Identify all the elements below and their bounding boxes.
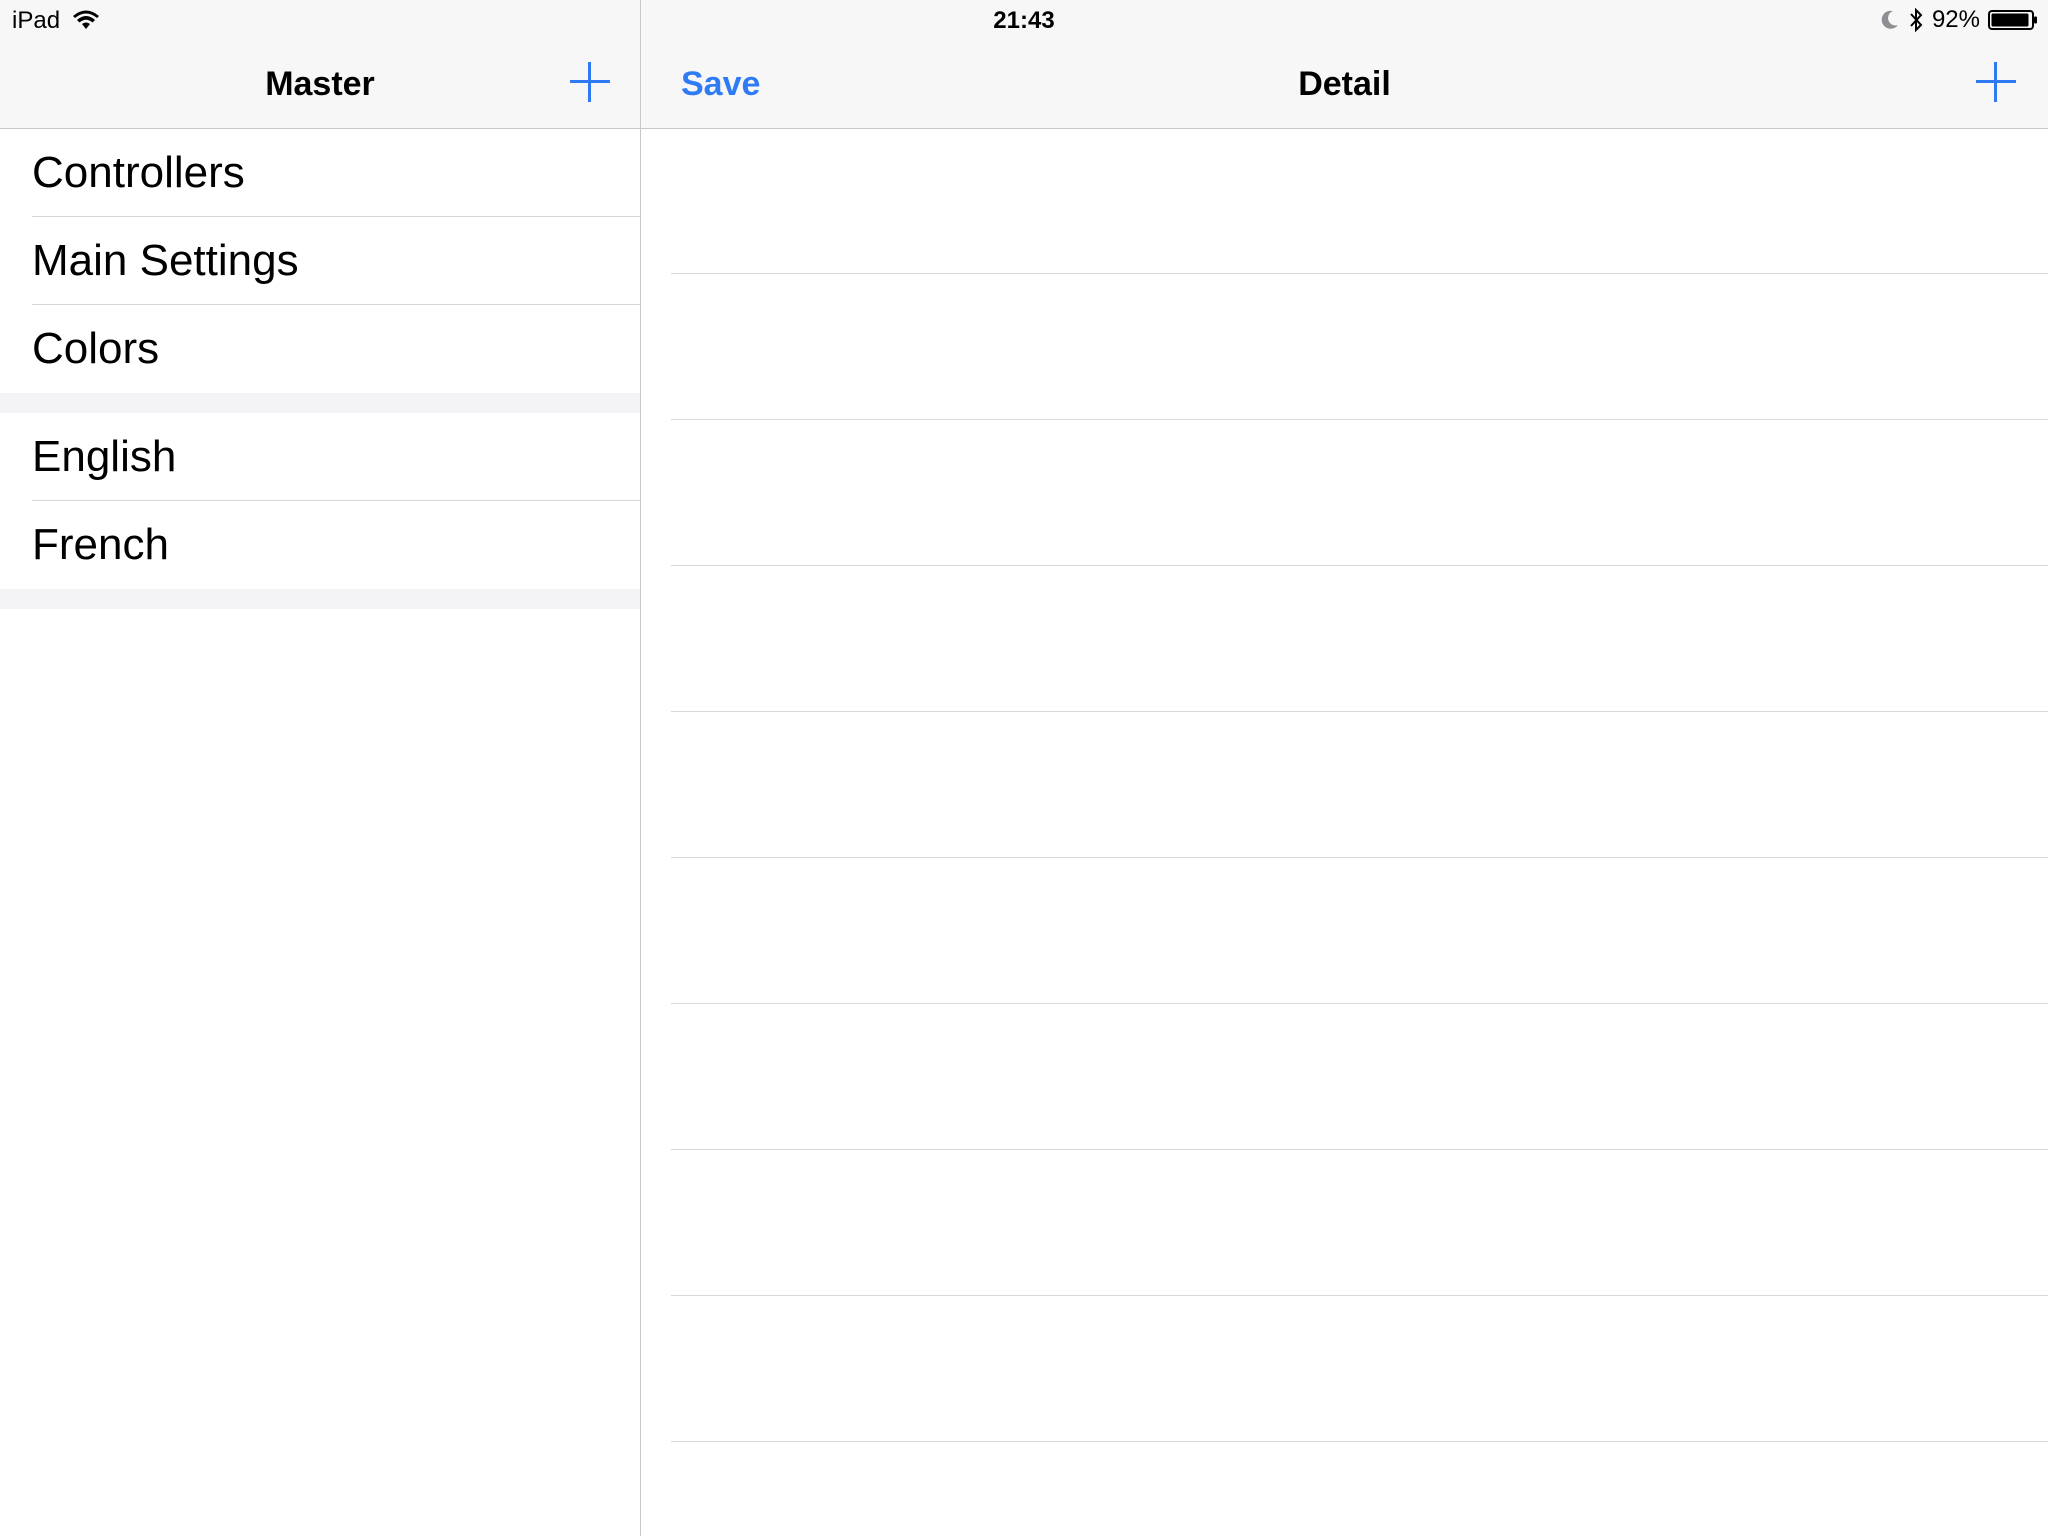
row-separator bbox=[671, 565, 2048, 566]
split-divider bbox=[640, 0, 641, 1536]
row-separator bbox=[671, 1149, 2048, 1150]
list-item-label: Controllers bbox=[32, 148, 245, 197]
list-item-label: Main Settings bbox=[32, 236, 299, 285]
battery-icon bbox=[1988, 10, 2037, 30]
list-item-main-settings[interactable]: Main Settings bbox=[0, 217, 640, 305]
list-item-label: Colors bbox=[32, 324, 160, 373]
section-separator bbox=[0, 393, 640, 413]
status-bar: iPad 21:43 92% bbox=[0, 0, 2048, 40]
section-separator bbox=[0, 589, 640, 609]
bluetooth-icon bbox=[1910, 7, 1923, 33]
list-item-label: French bbox=[32, 520, 169, 569]
status-time: 21:43 bbox=[993, 7, 1055, 34]
list-item-controllers[interactable]: Controllers bbox=[0, 129, 640, 217]
row-separator bbox=[671, 857, 2048, 858]
list-item-colors[interactable]: Colors bbox=[0, 305, 640, 393]
master-table: Controllers Main Settings Colors English… bbox=[0, 129, 640, 1536]
detail-title: Detail bbox=[1298, 65, 1391, 103]
list-item-label: English bbox=[32, 432, 177, 481]
status-right-group: 92% bbox=[1880, 6, 2038, 34]
detail-table bbox=[641, 129, 2048, 1536]
row-separator bbox=[671, 419, 2048, 420]
master-add-button[interactable] bbox=[568, 60, 612, 104]
row-separator bbox=[671, 1441, 2048, 1442]
list-item-english[interactable]: English bbox=[0, 413, 640, 501]
master-section-1: Controllers Main Settings Colors bbox=[0, 129, 640, 393]
master-title: Master bbox=[265, 65, 375, 103]
row-separator bbox=[671, 1295, 2048, 1296]
ipad-screen: iPad 21:43 92% Master Save Detail Contro… bbox=[0, 0, 2048, 1536]
row-separator bbox=[671, 273, 2048, 274]
battery-percent: 92% bbox=[1931, 6, 1980, 33]
row-separator bbox=[671, 1003, 2048, 1004]
list-item-french[interactable]: French bbox=[0, 501, 640, 589]
moon-icon bbox=[1881, 10, 1898, 29]
master-section-2: English French bbox=[0, 413, 640, 589]
detail-add-button[interactable] bbox=[1974, 60, 2018, 104]
row-separator bbox=[671, 711, 2048, 712]
